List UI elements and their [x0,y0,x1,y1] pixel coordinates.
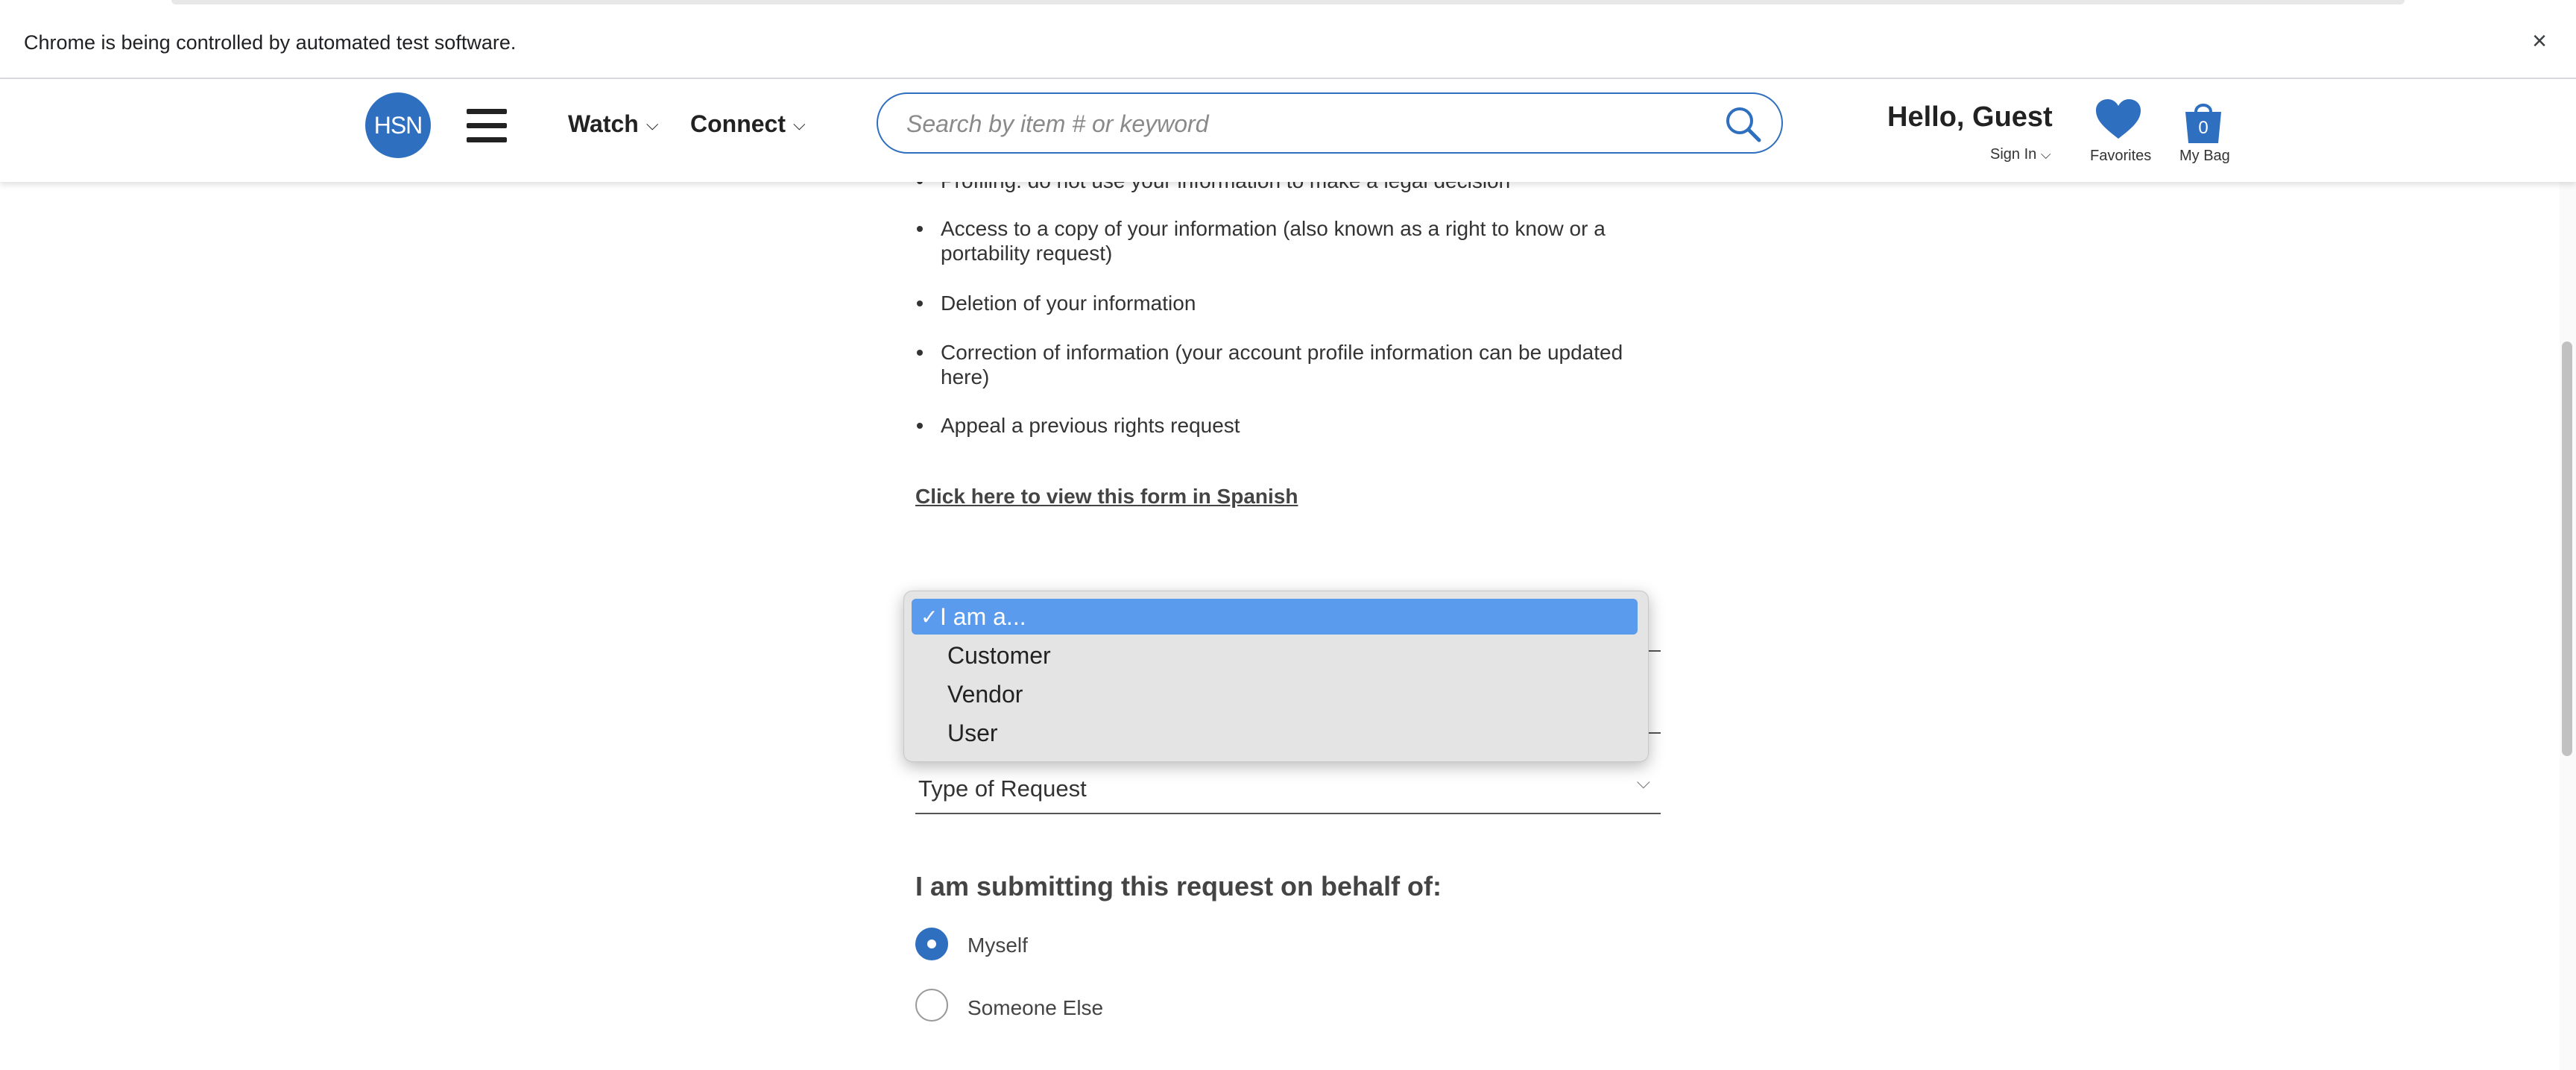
dropdown-option-customer[interactable]: Customer [912,638,1638,673]
behalf-heading: I am submitting this request on behalf o… [915,871,1442,901]
nav-watch[interactable]: Watch ⌵ [568,110,659,138]
chevron-down-icon: ⌵ [1636,772,1650,793]
spanish-form-link[interactable]: Click here to view this form in Spanish [915,485,1298,509]
infobar-message: Chrome is being controlled by automated … [24,31,517,54]
list-item: Appeal a previous rights request [917,413,1656,438]
search-input[interactable] [905,104,1690,143]
heart-icon[interactable] [2094,98,2142,140]
tab-strip-edge [171,0,2405,4]
bag-count: 0 [2198,118,2209,138]
option-label: Customer [947,642,1051,669]
someone-else-radio[interactable] [915,989,948,1022]
chevron-down-icon: ⌵ [793,115,806,133]
option-label: Vendor [947,681,1023,708]
chevron-down-icon: ⌵ [2040,147,2051,162]
myself-radio[interactable] [915,928,948,960]
search-icon[interactable] [1723,104,1764,145]
requester-type-dropdown: ✓ I am a... Customer Vendor User [903,591,1649,762]
close-icon[interactable]: × [2527,28,2552,54]
site-header: HSN Watch ⌵ Connect ⌵ Hello, Guest Sign In… [0,79,2576,182]
hsn-logo[interactable]: HSN [365,92,431,158]
sign-in-menu[interactable]: Sign In ⌵ [1990,146,2051,163]
dropdown-option-vendor[interactable]: Vendor [912,676,1638,712]
greeting: Hello, Guest [1887,101,2053,133]
list-item: Correction of information (your account … [917,340,1656,389]
search-bar [877,92,1783,154]
nav-watch-label: Watch [568,110,639,137]
request-type-select[interactable]: Type of Request ⌵ [915,764,1661,814]
automation-infobar: Chrome is being controlled by automated … [0,0,2576,79]
nav-connect[interactable]: Connect ⌵ [690,110,806,138]
nav-connect-label: Connect [690,110,786,137]
dropdown-option-i-am-a[interactable]: ✓ I am a... [912,599,1638,635]
my-bag-label: My Bag [2179,148,2230,164]
chevron-down-icon: ⌵ [645,115,659,133]
favorites-label: Favorites [2090,148,2152,164]
option-label: I am a... [940,603,1026,630]
checkmark-icon: ✓ [921,605,938,629]
list-item: Access to a copy of your information (al… [917,216,1656,265]
hamburger-menu-icon[interactable] [467,109,507,143]
request-type-label: Type of Request [918,775,1087,802]
myself-label[interactable]: Myself [967,934,1028,957]
option-label: User [947,720,998,746]
page-scrollbar-thumb[interactable] [2562,342,2572,756]
someone-else-label[interactable]: Someone Else [967,996,1103,1020]
dropdown-option-user[interactable]: User [912,715,1638,751]
list-item: Deletion of your information [917,291,1656,315]
sign-in-label: Sign In [1990,146,2037,163]
